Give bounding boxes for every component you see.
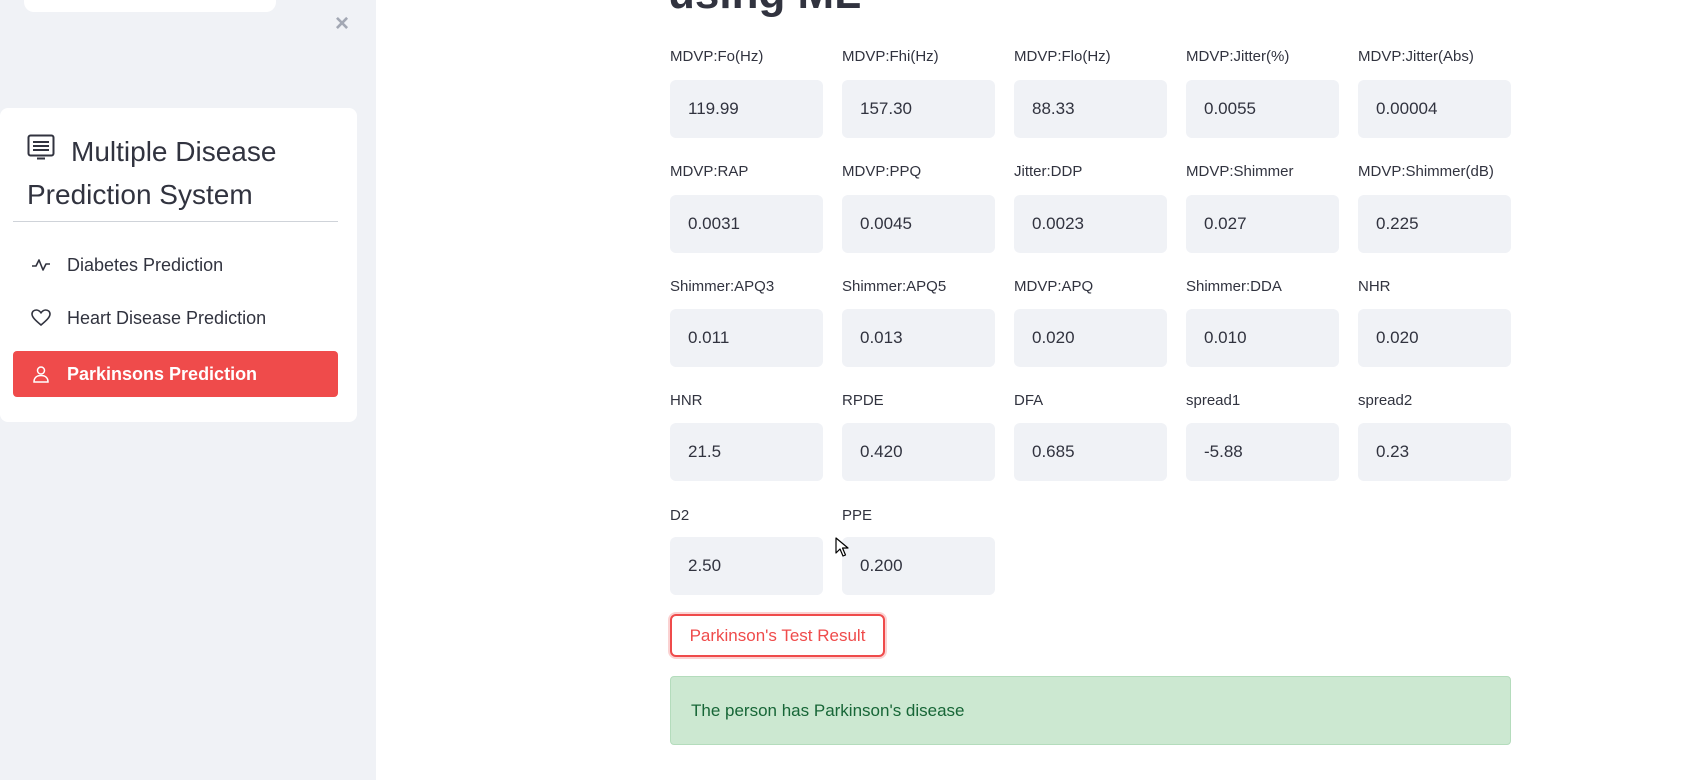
field-label-dfa: DFA [1014, 392, 1044, 409]
field-label-flo: MDVP:Flo(Hz) [1014, 48, 1111, 65]
field-label-shimmer: MDVP:Shimmer [1186, 163, 1294, 180]
menu-divider [13, 221, 338, 222]
fo-input[interactable] [670, 80, 823, 138]
field-label-shimmer-db: MDVP:Shimmer(dB) [1358, 163, 1494, 180]
field-label-apq: MDVP:APQ [1014, 278, 1094, 295]
shimmer-db-input[interactable] [1358, 195, 1511, 253]
field-label-jitter-abs: MDVP:Jitter(Abs) [1358, 48, 1474, 65]
spread2-input[interactable] [1358, 423, 1511, 481]
ddp-input[interactable] [1014, 195, 1167, 253]
apq5-input[interactable] [842, 309, 995, 367]
mouse-cursor-icon [835, 537, 849, 562]
option-menu: Multiple Disease Prediction System Diabe… [0, 108, 357, 422]
apq-input[interactable] [1014, 309, 1167, 367]
sidebar-item-parkinsons[interactable]: Parkinsons Prediction [13, 351, 338, 397]
field-label-spread1: spread1 [1186, 392, 1241, 409]
sidebar: × Multiple Disease Prediction System Dia [0, 0, 376, 780]
field-label-ddp: Jitter:DDP [1014, 163, 1083, 180]
d2-input[interactable] [670, 537, 823, 595]
field-label-apq3: Shimmer:APQ3 [670, 278, 775, 295]
ppe-input[interactable] [842, 537, 995, 595]
field-label-fo: MDVP:Fo(Hz) [670, 48, 764, 65]
shimmer-input[interactable] [1186, 195, 1339, 253]
hnr-input[interactable] [670, 423, 823, 481]
nhr-input[interactable] [1358, 309, 1511, 367]
close-sidebar-icon[interactable]: × [330, 12, 354, 36]
page-title: using ML [668, 0, 861, 20]
dda-input[interactable] [1186, 309, 1339, 367]
menu-title: Multiple Disease Prediction System [27, 136, 277, 210]
sidebar-top-card [24, 0, 276, 12]
rpde-input[interactable] [842, 423, 995, 481]
field-label-ppe: PPE [842, 507, 873, 524]
activity-icon [30, 254, 52, 276]
sidebar-item-diabetes[interactable]: Diabetes Prediction [13, 242, 338, 288]
field-label-rap: MDVP:RAP [670, 163, 749, 180]
spread1-input[interactable] [1186, 423, 1339, 481]
sidebar-item-label: Diabetes Prediction [67, 254, 224, 275]
rap-input[interactable] [670, 195, 823, 253]
ppq-input[interactable] [842, 195, 995, 253]
jitter-percent-input[interactable] [1186, 80, 1339, 138]
main-content: using ML MDVP:Fo(Hz) MDVP:Fhi(Hz) MDVP:F… [376, 0, 1686, 780]
result-text: The person has Parkinson's disease [691, 700, 965, 720]
sidebar-item-label: Heart Disease Prediction [67, 307, 267, 328]
field-label-hnr: HNR [670, 392, 703, 409]
dfa-input[interactable] [1014, 423, 1167, 481]
field-label-d2: D2 [670, 507, 690, 524]
test-result-button[interactable]: Parkinson's Test Result [670, 614, 885, 657]
field-label-dda: Shimmer:DDA [1186, 278, 1282, 295]
flo-input[interactable] [1014, 80, 1167, 138]
result-alert: The person has Parkinson's disease [670, 676, 1511, 745]
field-label-fhi: MDVP:Fhi(Hz) [842, 48, 939, 65]
fhi-input[interactable] [842, 80, 995, 138]
field-label-rpde: RPDE [842, 392, 884, 409]
field-label-nhr: NHR [1358, 278, 1391, 295]
sidebar-item-label: Parkinsons Prediction [67, 363, 258, 384]
list-icon [27, 129, 55, 172]
heart-icon [30, 307, 52, 329]
person-icon [30, 363, 52, 385]
field-label-apq5: Shimmer:APQ5 [842, 278, 947, 295]
sidebar-item-heart-disease[interactable]: Heart Disease Prediction [13, 295, 338, 341]
apq3-input[interactable] [670, 309, 823, 367]
jitter-abs-input[interactable] [1358, 80, 1511, 138]
menu-header: Multiple Disease Prediction System [27, 130, 337, 216]
field-label-jitter-percent: MDVP:Jitter(%) [1186, 48, 1290, 65]
field-label-spread2: spread2 [1358, 392, 1413, 409]
field-label-ppq: MDVP:PPQ [842, 163, 922, 180]
